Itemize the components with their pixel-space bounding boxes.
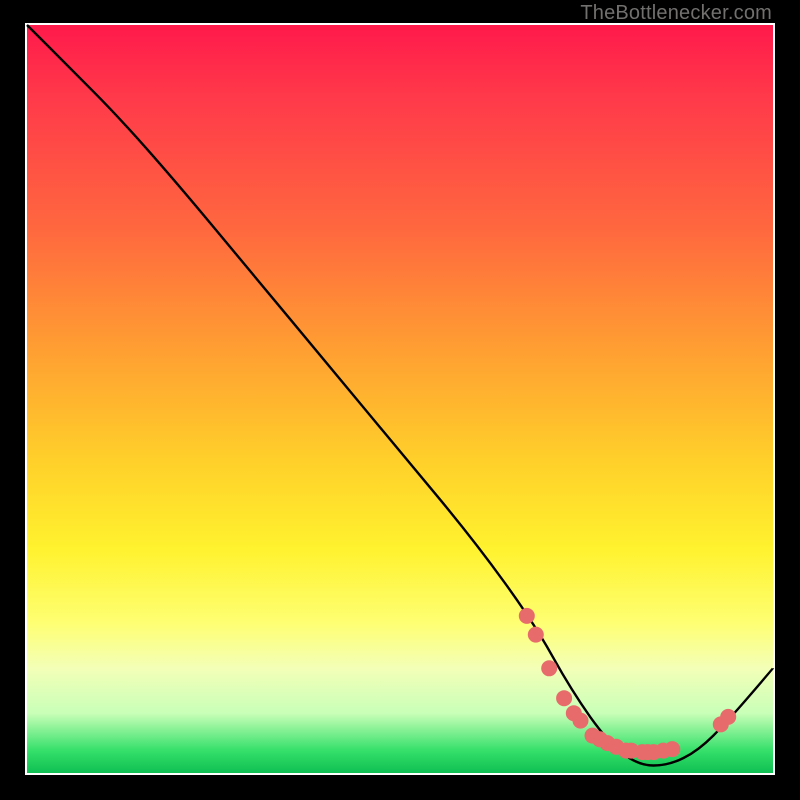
data-point <box>720 709 736 725</box>
curve-layer <box>27 25 773 766</box>
chart-frame: TheBottlenecker.com <box>0 0 800 800</box>
plot-border <box>25 23 775 775</box>
data-point <box>573 713 589 729</box>
data-point <box>556 690 572 706</box>
watermark-text: TheBottlenecker.com <box>580 2 772 25</box>
chart-svg <box>25 23 775 775</box>
data-point <box>664 741 680 757</box>
data-point <box>528 627 544 643</box>
bottleneck-curve <box>27 25 773 766</box>
data-point <box>519 608 535 624</box>
data-point <box>541 660 557 676</box>
marker-layer <box>519 608 736 760</box>
